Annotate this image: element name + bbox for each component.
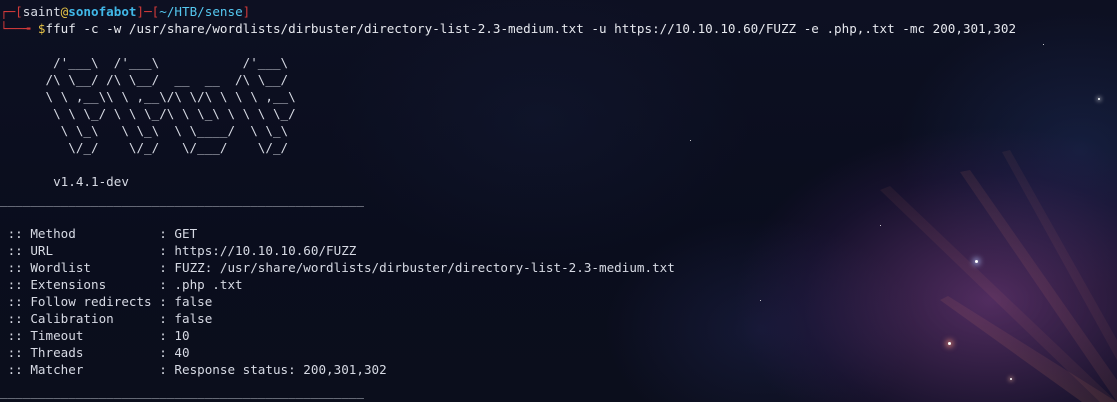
config-key: :: Method: [0, 226, 160, 241]
prompt-frame: ]: [242, 4, 251, 19]
ascii-banner-line: \/_/ \/_/ \/___/ \/_/: [0, 140, 342, 155]
separator-line: ________________________________________…: [0, 384, 364, 399]
terminal-window[interactable]: ┌─[saint@sonofabot]─[~/HTB/sense] └──╼ $…: [0, 0, 1117, 402]
config-value: : Response status: 200,301,302: [159, 362, 387, 377]
star-dot: [760, 300, 761, 301]
config-value: : GET: [159, 226, 198, 241]
star-dot: [948, 342, 951, 345]
config-value: : FUZZ: /usr/share/wordlists/dirbuster/d…: [159, 260, 675, 275]
prompt-frame: ]─[: [136, 4, 160, 19]
config-key: :: Extensions: [0, 277, 160, 292]
ascii-banner-line: /\ \__/ /\ \__/ __ __ /\ \__/: [0, 72, 342, 87]
config-key: :: URL: [0, 243, 160, 258]
config-value: : 10: [159, 328, 190, 343]
prompt-dollar: $: [37, 21, 46, 36]
config-key: :: Matcher: [0, 362, 160, 377]
ascii-banner-line: /'___\ /'___\ /'___\: [0, 55, 342, 70]
config-value: : 40: [159, 345, 190, 360]
config-value: : https://10.10.10.60/FUZZ: [159, 243, 357, 258]
ascii-banner-line: \ \_\ \ \_\ \ \____/ \ \_\: [0, 123, 342, 138]
prompt-frame: └──╼: [0, 21, 38, 36]
prompt-user: saint: [22, 4, 61, 19]
command-line[interactable]: └──╼ $ffuf -c -w /usr/share/wordlists/di…: [0, 20, 1016, 37]
ascii-banner-line: \ \ \_/ \ \ \_/\ \ \_\ \ \ \ \_/: [0, 106, 342, 121]
config-row-method: :: Method : GET: [0, 225, 198, 242]
star-dot: [880, 225, 881, 226]
star-dot: [1098, 98, 1100, 100]
config-key: :: Threads: [0, 345, 160, 360]
config-row-wordlist: :: Wordlist : FUZZ: /usr/share/wordlists…: [0, 259, 675, 276]
config-row-url: :: URL : https://10.10.10.60/FUZZ: [0, 242, 357, 259]
config-row-extensions: :: Extensions : .php .txt: [0, 276, 243, 293]
config-key: :: Wordlist: [0, 260, 160, 275]
config-key: :: Timeout: [0, 328, 160, 343]
version-label: v1.4.1-dev: [0, 174, 129, 189]
config-value: : false: [159, 294, 213, 309]
config-row-calibration: :: Calibration : false: [0, 310, 213, 327]
command-text[interactable]: ffuf -c -w /usr/share/wordlists/dirbuste…: [46, 21, 1017, 36]
config-row-threads: :: Threads : 40: [0, 344, 190, 361]
nebula-light-streaks: [880, 150, 1117, 402]
star-dot: [1010, 378, 1012, 380]
prompt-line: ┌─[saint@sonofabot]─[~/HTB/sense]: [0, 3, 250, 20]
ascii-banner-line: \ \ ,__\\ \ ,__\/\ \/\ \ \ \ ,__\: [0, 89, 342, 104]
config-key: :: Calibration: [0, 311, 160, 326]
star-dot: [975, 260, 978, 263]
config-value: : false: [159, 311, 213, 326]
star-dot: [690, 140, 691, 141]
prompt-frame: ┌─[: [0, 4, 23, 19]
config-row-matcher: :: Matcher : Response status: 200,301,30…: [0, 361, 387, 378]
config-row-follow-redirects: :: Follow redirects : false: [0, 293, 213, 310]
config-key: :: Follow redirects: [0, 294, 160, 309]
prompt-path: ~/HTB/sense: [159, 4, 243, 19]
prompt-host: sonofabot: [68, 4, 137, 19]
separator-line: ________________________________________…: [0, 192, 364, 207]
star-dot: [1043, 44, 1044, 45]
config-value: : .php .txt: [159, 277, 243, 292]
config-row-timeout: :: Timeout : 10: [0, 327, 190, 344]
